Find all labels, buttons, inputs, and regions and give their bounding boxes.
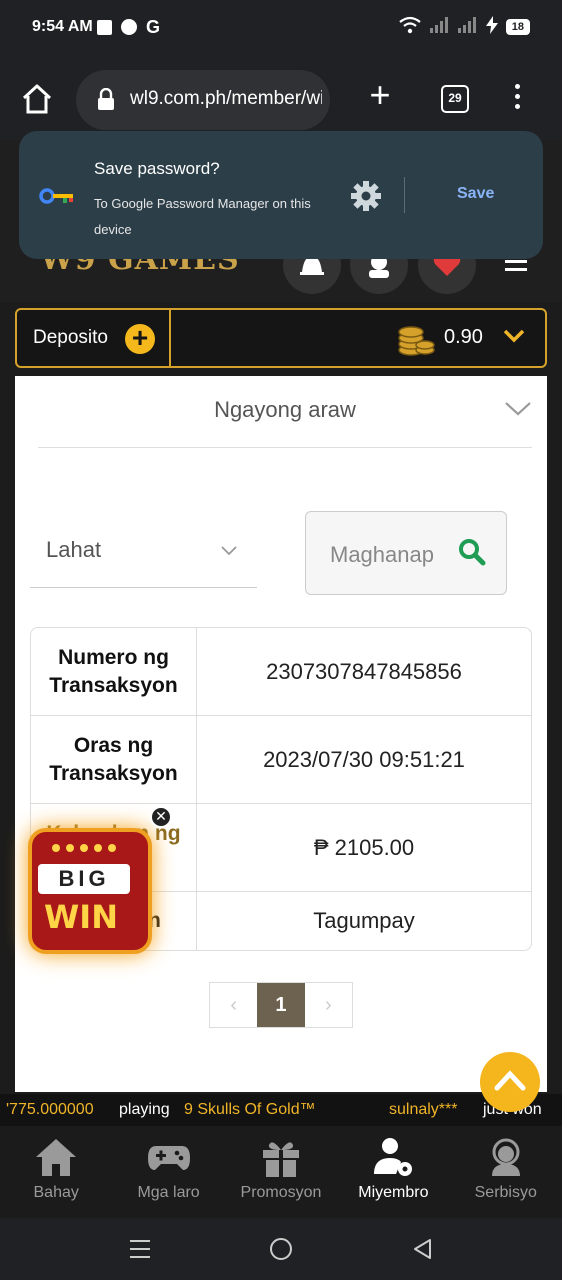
nav-item-service[interactable]: Serbisyo: [450, 1126, 562, 1218]
hamburger-menu-icon[interactable]: [505, 260, 527, 276]
house-icon[interactable]: [33, 1136, 79, 1178]
key-icon: [39, 187, 75, 205]
ticker-amount: '775.000000: [6, 1101, 94, 1118]
scroll-top-button[interactable]: [480, 1052, 540, 1112]
recent-apps-icon[interactable]: [130, 1240, 150, 1264]
chevron-down-icon[interactable]: [220, 544, 238, 556]
table-row: Numero ng Transaksyon 2307307847845856: [31, 628, 531, 716]
chevron-down-icon[interactable]: [503, 328, 525, 344]
nav-item-member[interactable]: Miyembro: [337, 1126, 449, 1218]
deposit-plus-icon[interactable]: +: [125, 324, 155, 354]
chat-bubble-icon: [121, 19, 137, 35]
browser-toolbar: wl9.com.ph/member/wi + 29: [0, 58, 562, 140]
home-icon[interactable]: [20, 82, 54, 116]
search-label[interactable]: Maghanap: [330, 542, 434, 568]
save-password-button[interactable]: Save: [457, 185, 494, 203]
table-row: Oras ng Transaksyon 2023/07/30 09:51:21: [31, 716, 531, 804]
next-page-button[interactable]: ›: [305, 983, 352, 1027]
row-label: Numero ng Transaksyon: [31, 628, 197, 715]
status-indicators: 18: [398, 16, 530, 38]
signal-icon-2: [457, 17, 478, 37]
nav-label[interactable]: Promosyon: [241, 1184, 322, 1201]
row-value: 2023/07/30 09:51:21: [263, 746, 465, 772]
nav-item-home[interactable]: Bahay: [0, 1126, 112, 1218]
winners-ticker: '775.000000 playing 9 Skulls Of Gold™ su…: [0, 1094, 562, 1126]
chevron-down-icon[interactable]: [504, 400, 532, 418]
dialog-subtitle: To Google Password Manager on this devic…: [94, 196, 311, 237]
signal-icon: [429, 17, 450, 37]
pagination: ‹ 1 ›: [209, 982, 353, 1028]
transaction-panel: Ngayong araw Lahat Maghanap Numero ng Tr…: [15, 376, 547, 1092]
charging-icon: [485, 16, 498, 38]
deposit-bar: Deposito + 0.90: [15, 308, 547, 368]
nav-label[interactable]: Bahay: [34, 1184, 79, 1201]
notification-square-icon: [97, 20, 112, 35]
coins-icon: [397, 320, 435, 358]
close-icon[interactable]: ✕: [150, 806, 172, 828]
nav-item-promotions[interactable]: Promosyon: [225, 1126, 337, 1218]
balance-value: 0.90: [444, 326, 483, 348]
save-password-dialog: Save password? To Google Password Manage…: [19, 131, 543, 259]
wifi-icon: [398, 16, 422, 38]
nav-label[interactable]: Serbisyo: [475, 1184, 537, 1201]
deposit-label[interactable]: Deposito: [33, 327, 108, 349]
more-menu-icon[interactable]: [512, 84, 522, 114]
gift-icon[interactable]: [258, 1136, 304, 1178]
search-button[interactable]: Maghanap: [305, 511, 507, 595]
google-icon: G: [146, 17, 161, 37]
date-range-select[interactable]: Ngayong araw: [38, 376, 532, 448]
address-bar[interactable]: wl9.com.ph/member/wi: [76, 70, 330, 130]
ticker-playing: playing: [119, 1101, 170, 1118]
row-value: Tagumpay: [313, 908, 415, 933]
battery-icon: 18: [505, 19, 530, 35]
url-text[interactable]: wl9.com.ph/member/wi: [130, 88, 322, 110]
date-range-value[interactable]: Ngayong araw: [38, 397, 532, 423]
new-tab-button[interactable]: +: [364, 77, 396, 113]
nav-label[interactable]: Miyembro: [358, 1184, 428, 1201]
type-select[interactable]: Lahat: [30, 510, 257, 588]
search-icon[interactable]: [458, 538, 486, 566]
status-time: 9:54 AM: [32, 18, 93, 35]
lock-icon[interactable]: [96, 87, 116, 110]
dialog-title: Save password?: [94, 159, 220, 178]
status-bar: 9:54 AM G 18: [0, 0, 562, 58]
current-page-button[interactable]: 1: [257, 983, 305, 1027]
row-value: ₱ 2105.00: [313, 834, 415, 860]
win-text: WIN: [44, 898, 118, 936]
nav-label[interactable]: Mga laro: [137, 1184, 199, 1201]
big-win-promo[interactable]: BIG WIN ✕: [18, 806, 178, 962]
big-text: BIG: [38, 864, 130, 894]
chevron-up-icon[interactable]: [494, 1068, 526, 1094]
gear-icon[interactable]: [349, 179, 383, 213]
system-navigation-bar: [0, 1218, 562, 1280]
user-settings-icon[interactable]: [370, 1136, 416, 1178]
tab-switcher-button[interactable]: 29: [441, 85, 469, 113]
type-value[interactable]: Lahat: [46, 537, 101, 563]
gamepad-icon[interactable]: [146, 1136, 192, 1178]
row-value: 2307307847845856: [266, 658, 462, 684]
back-triangle-icon[interactable]: [412, 1238, 432, 1265]
bottom-navigation: Bahay Mga laro Promosyon Miyembro Serbis…: [0, 1126, 562, 1218]
home-circle-icon[interactable]: [270, 1238, 292, 1260]
deposit-separator: [169, 310, 171, 366]
nav-item-games[interactable]: Mga laro: [112, 1126, 224, 1218]
prev-page-button[interactable]: ‹: [210, 983, 257, 1027]
row-label: Oras ng Transaksyon: [31, 716, 197, 803]
support-agent-icon[interactable]: [483, 1136, 529, 1178]
ticker-game: 9 Skulls Of Gold™: [184, 1101, 316, 1118]
dialog-divider: [404, 177, 405, 213]
ticker-user: sulnaly***: [389, 1101, 458, 1118]
